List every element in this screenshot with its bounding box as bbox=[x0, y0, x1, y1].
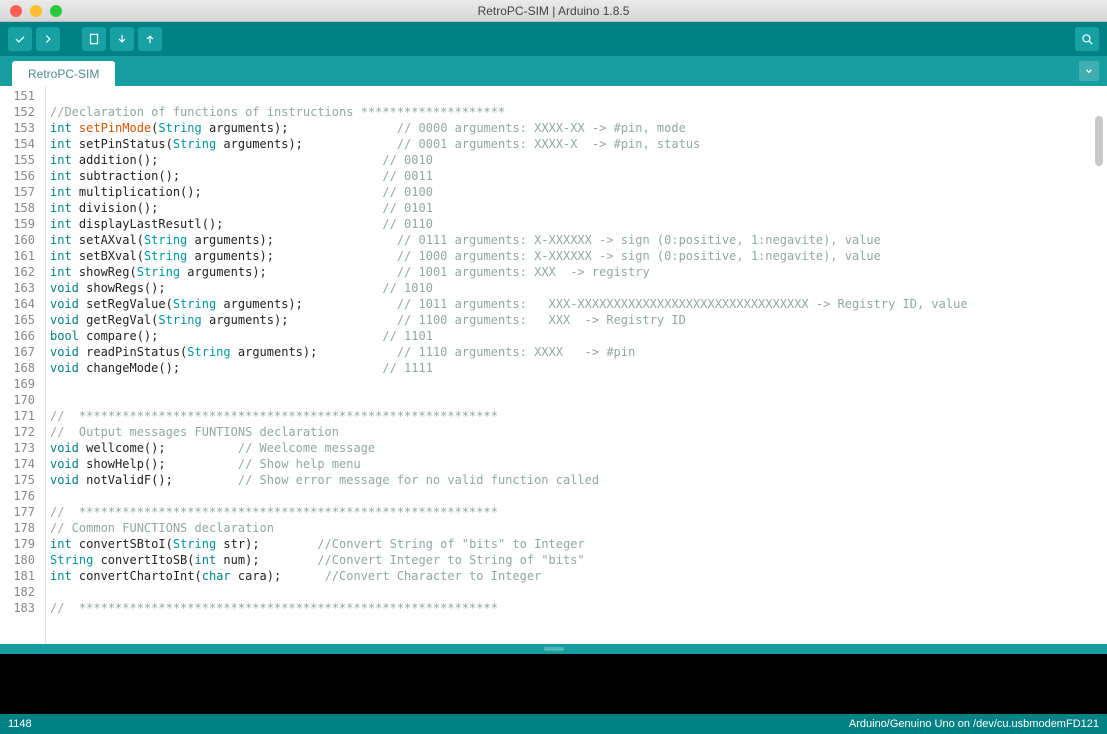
code-line[interactable]: bool compare(); // 1101 bbox=[50, 328, 1105, 344]
app-window: RetroPC-SIM | Arduino 1.8.5 RetroPC-SIM … bbox=[0, 0, 1107, 734]
code-line[interactable]: void changeMode(); // 1111 bbox=[50, 360, 1105, 376]
code-line[interactable]: String convertItoSB(int num); //Convert … bbox=[50, 552, 1105, 568]
code-line[interactable]: void showHelp(); // Show help menu bbox=[50, 456, 1105, 472]
code-line[interactable]: // *************************************… bbox=[50, 600, 1105, 616]
tab-retropc-sim[interactable]: RetroPC-SIM bbox=[12, 61, 115, 87]
line-gutter: 1511521531541551561571581591601611621631… bbox=[0, 86, 46, 644]
code-line[interactable]: void readPinStatus(String arguments); //… bbox=[50, 344, 1105, 360]
status-board-port: Arduino/Genuino Uno on /dev/cu.usbmodemF… bbox=[849, 718, 1099, 730]
code-line[interactable]: int subtraction(); // 0011 bbox=[50, 168, 1105, 184]
code-line[interactable]: void setRegValue(String arguments); // 1… bbox=[50, 296, 1105, 312]
code-line[interactable]: void notValidF(); // Show error message … bbox=[50, 472, 1105, 488]
code-line[interactable]: // Output messages FUNTIONS declaration bbox=[50, 424, 1105, 440]
code-line[interactable] bbox=[50, 376, 1105, 392]
code-line[interactable]: // *************************************… bbox=[50, 408, 1105, 424]
code-line[interactable] bbox=[50, 584, 1105, 600]
code-line[interactable]: int division(); // 0101 bbox=[50, 200, 1105, 216]
code-line[interactable]: // Common FUNCTIONS declaration bbox=[50, 520, 1105, 536]
code-line[interactable]: // *************************************… bbox=[50, 504, 1105, 520]
code-line[interactable]: int setBXval(String arguments); // 1000 … bbox=[50, 248, 1105, 264]
tab-menu-button[interactable] bbox=[1079, 61, 1099, 81]
vertical-scrollbar[interactable] bbox=[1091, 86, 1105, 644]
console-output[interactable] bbox=[0, 654, 1107, 714]
code-line[interactable]: int convertSBtoI(String str); //Convert … bbox=[50, 536, 1105, 552]
code-line[interactable]: //Declaration of functions of instructio… bbox=[50, 104, 1105, 120]
code-line[interactable]: int showReg(String arguments); // 1001 a… bbox=[50, 264, 1105, 280]
code-line[interactable]: int displayLastResutl(); // 0110 bbox=[50, 216, 1105, 232]
serial-monitor-button[interactable] bbox=[1075, 27, 1099, 51]
code-line[interactable]: int multiplication(); // 0100 bbox=[50, 184, 1105, 200]
code-area[interactable]: //Declaration of functions of instructio… bbox=[46, 86, 1107, 644]
verify-button[interactable] bbox=[8, 27, 32, 51]
code-line[interactable] bbox=[50, 392, 1105, 408]
window-title: RetroPC-SIM | Arduino 1.8.5 bbox=[0, 4, 1107, 18]
save-button[interactable] bbox=[138, 27, 162, 51]
code-line[interactable]: int convertChartoInt(char cara); //Conve… bbox=[50, 568, 1105, 584]
console-resize-handle[interactable] bbox=[0, 644, 1107, 654]
new-button[interactable] bbox=[82, 27, 106, 51]
titlebar: RetroPC-SIM | Arduino 1.8.5 bbox=[0, 0, 1107, 22]
upload-button[interactable] bbox=[36, 27, 60, 51]
code-line[interactable] bbox=[50, 88, 1105, 104]
code-line[interactable]: int setPinMode(String arguments); // 000… bbox=[50, 120, 1105, 136]
code-line[interactable] bbox=[50, 488, 1105, 504]
toolbar bbox=[0, 22, 1107, 56]
open-button[interactable] bbox=[110, 27, 134, 51]
code-line[interactable]: int setPinStatus(String arguments); // 0… bbox=[50, 136, 1105, 152]
code-line[interactable]: void showRegs(); // 1010 bbox=[50, 280, 1105, 296]
code-line[interactable]: int setAXval(String arguments); // 0111 … bbox=[50, 232, 1105, 248]
code-editor[interactable]: 1511521531541551561571581591601611621631… bbox=[0, 86, 1107, 644]
scroll-thumb[interactable] bbox=[1095, 116, 1103, 166]
status-bar: 1148 Arduino/Genuino Uno on /dev/cu.usbm… bbox=[0, 714, 1107, 734]
code-line[interactable]: void wellcome(); // Weelcome message bbox=[50, 440, 1105, 456]
status-line-number: 1148 bbox=[8, 718, 32, 730]
code-line[interactable]: int addition(); // 0010 bbox=[50, 152, 1105, 168]
tab-bar: RetroPC-SIM bbox=[0, 56, 1107, 86]
code-line[interactable]: void getRegVal(String arguments); // 110… bbox=[50, 312, 1105, 328]
